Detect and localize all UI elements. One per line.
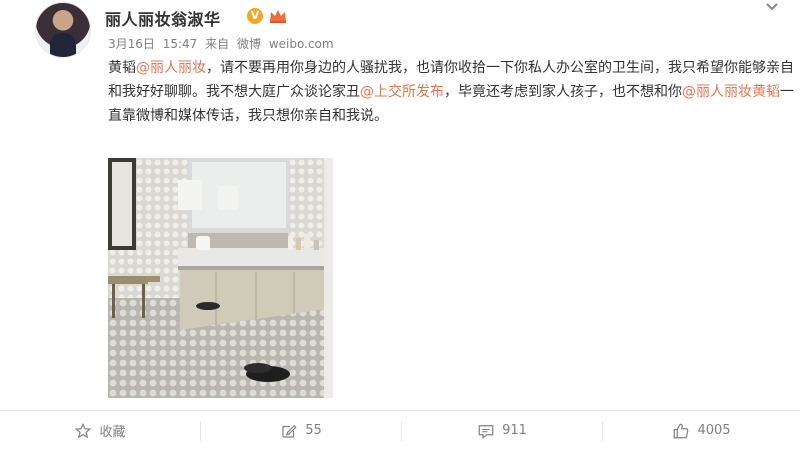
favorite-label: 收藏 bbox=[99, 425, 126, 440]
avatar[interactable] bbox=[35, 2, 91, 58]
post-source[interactable]: 微博 bbox=[237, 37, 261, 51]
post-date[interactable]: 3月16日 bbox=[108, 37, 155, 51]
post-text-segment: 黄韬 bbox=[108, 60, 136, 76]
edit-icon bbox=[282, 424, 297, 438]
favorite-button[interactable]: 收藏 bbox=[0, 411, 200, 450]
repost-button[interactable]: 55 bbox=[201, 411, 401, 450]
post-photo[interactable] bbox=[108, 158, 333, 398]
comment-icon bbox=[478, 424, 494, 439]
mention-link[interactable]: @丽人丽妆黄韬 bbox=[682, 84, 780, 100]
repost-count: 55 bbox=[305, 423, 322, 438]
thumbs-up-icon bbox=[674, 423, 689, 438]
star-icon bbox=[75, 422, 92, 438]
mention-link[interactable]: @丽人丽妆 bbox=[136, 60, 206, 76]
post-username[interactable]: 丽人丽妆翁淑华 bbox=[105, 6, 221, 30]
post-text-segment: ，毕竟还考虑到家人孩子，也不想和你 bbox=[444, 84, 682, 100]
post-source-domain[interactable]: weibo.com bbox=[269, 37, 334, 51]
post-time[interactable]: 15:47 bbox=[163, 37, 198, 51]
like-count: 4005 bbox=[697, 423, 731, 438]
comment-button[interactable]: 911 bbox=[402, 411, 602, 450]
verified-badge-icon: V bbox=[247, 8, 263, 24]
weibo-post-card: 丽人丽妆翁淑华 V 3月16日 15:47 来自 微博 weibo.com 黄韬… bbox=[0, 0, 800, 450]
post-meta: 3月16日 15:47 来自 微博 weibo.com bbox=[108, 35, 338, 52]
member-crown-icon[interactable] bbox=[268, 8, 288, 24]
like-button[interactable]: 4005 bbox=[603, 411, 800, 450]
mention-link[interactable]: @上交所发布 bbox=[360, 84, 444, 100]
post-text: 黄韬@丽人丽妆，请不要再用你身边的人骚扰我，也请你收拾一下你私人办公室的卫生间，… bbox=[108, 56, 798, 128]
chevron-down-icon[interactable] bbox=[762, 0, 782, 16]
post-source-prefix: 来自 bbox=[205, 37, 230, 51]
action-bar: 收藏 55 911 4005 bbox=[0, 411, 800, 450]
comment-count: 911 bbox=[502, 423, 527, 438]
